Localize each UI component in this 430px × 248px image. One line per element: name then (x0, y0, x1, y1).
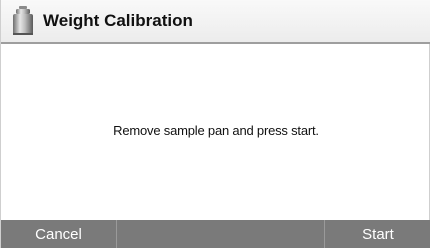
toolbar-empty-button[interactable] (117, 220, 325, 248)
calibration-window: Weight Calibration Remove sample pan and… (0, 0, 430, 248)
start-button[interactable]: Start (325, 220, 430, 248)
instruction-message: Remove sample pan and press start. (113, 123, 319, 138)
content-area: Remove sample pan and press start. (1, 44, 430, 220)
calibration-weight-icon (13, 6, 33, 35)
bottom-toolbar: Cancel Start (1, 220, 430, 248)
cancel-button[interactable]: Cancel (1, 220, 117, 248)
title-bar: Weight Calibration (1, 0, 430, 44)
page-title: Weight Calibration (43, 11, 193, 30)
